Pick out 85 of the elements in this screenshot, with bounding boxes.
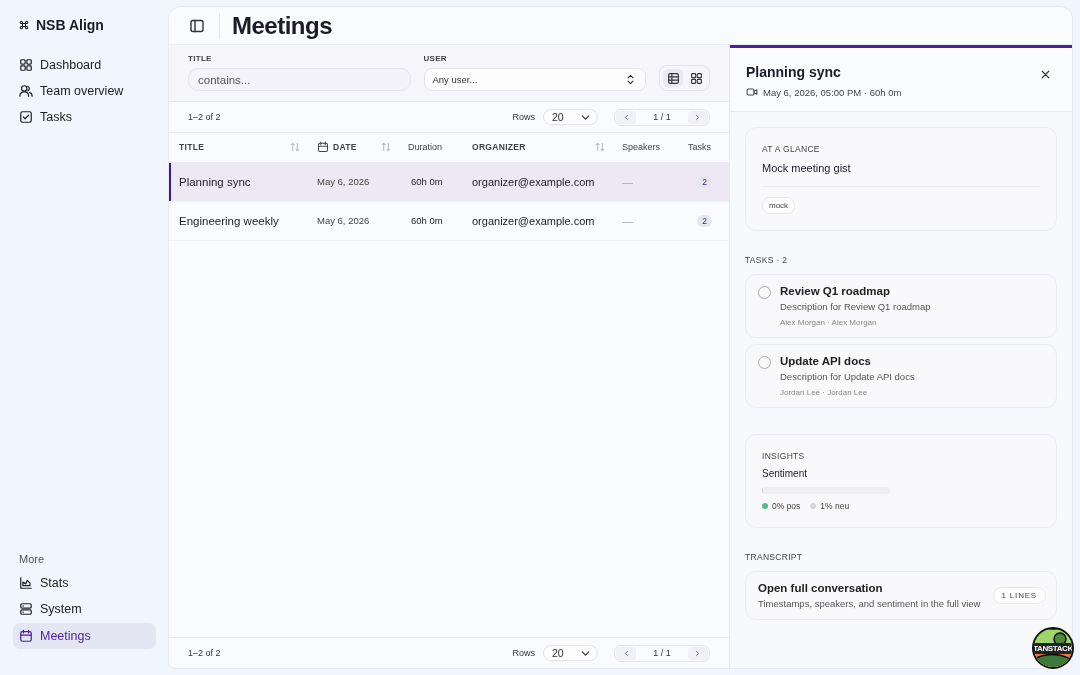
- sidebar-item[interactable]: Meetings: [13, 623, 156, 649]
- sort-icon: [289, 141, 301, 154]
- rows-label: Rows: [512, 112, 535, 122]
- task-count: 2: [697, 215, 712, 227]
- sidebar-item[interactable]: System: [13, 597, 156, 621]
- section-label: More: [18, 553, 46, 565]
- section-heading: TRANSCRIPT: [745, 552, 804, 562]
- dashboard-icon: [19, 58, 33, 72]
- rows-select[interactable]: 20: [543, 109, 598, 125]
- table-cell: Engineering weekly: [179, 214, 279, 227]
- table-cell: —: [622, 214, 633, 227]
- metric-label: Sentiment: [762, 468, 809, 479]
- table-icon: [666, 71, 680, 85]
- task-card[interactable]: Update API docs Description for Update API docs Jordan Lee · Jordan Lee: [745, 344, 1057, 408]
- detail-title: Planning sync: [746, 64, 842, 80]
- table-cell: —: [622, 175, 633, 188]
- legend-label: 1% neu: [820, 501, 850, 511]
- result-count: 1–2 of 2: [188, 648, 221, 658]
- task-assignees: Alex Morgan · Alex Morgan: [780, 318, 878, 327]
- field-label: TITLE: [188, 54, 213, 63]
- column-header[interactable]: Speakers: [622, 139, 661, 156]
- calendar-icon: [317, 141, 329, 154]
- sidebar-icon: [189, 17, 205, 34]
- task-description: Description for Review Q1 roadmap: [780, 301, 932, 312]
- task-assignees: Jordan Lee · Jordan Lee: [780, 388, 869, 397]
- page-title: Meetings: [232, 11, 332, 40]
- sort-icon: [594, 141, 606, 154]
- task-title: Review Q1 roadmap: [780, 285, 891, 297]
- close-icon: [1039, 68, 1052, 81]
- card-label: INSIGHTS: [762, 451, 806, 461]
- next-page-button[interactable]: [688, 646, 708, 660]
- column-header[interactable]: Duration: [408, 139, 443, 156]
- table-cell: 60h 0m: [411, 176, 443, 187]
- transcript-title: Open full conversation: [758, 582, 884, 594]
- table-cell: organizer@example.com: [472, 175, 595, 188]
- meeting-meta: May 6, 2026, 05:00 PM · 60h 0m: [763, 86, 902, 98]
- task-count: 2: [697, 176, 712, 188]
- chart-icon: [19, 576, 33, 590]
- column-header[interactable]: ORGANIZER: [472, 139, 606, 156]
- column-header[interactable]: DATE: [317, 139, 392, 156]
- field-label: USER: [423, 54, 448, 63]
- calendar-icon: [19, 629, 33, 643]
- card-label: AT A GLANCE: [762, 144, 821, 154]
- result-count: 1–2 of 2: [188, 112, 221, 122]
- transcript-subtitle: Timestamps, speakers, and sentiment in the full view: [758, 598, 982, 609]
- page-indicator: 1 / 1: [653, 112, 671, 122]
- video-icon: [746, 86, 758, 98]
- grid-icon: [689, 71, 703, 85]
- page-indicator: 1 / 1: [653, 648, 671, 658]
- line-count-badge: 1 LINES: [992, 587, 1046, 604]
- tag: mock: [762, 197, 796, 214]
- table-cell: May 6, 2026: [317, 215, 370, 226]
- table-cell: organizer@example.com: [472, 214, 595, 227]
- legend-label: 0% pos: [772, 501, 801, 511]
- search-field[interactable]: contains...: [188, 68, 411, 91]
- users-icon: [19, 84, 33, 98]
- rows-label: Rows: [512, 648, 535, 658]
- table-cell: 60h 0m: [411, 215, 443, 226]
- app-name: NSB Align: [36, 17, 104, 33]
- rows-select[interactable]: 20: [543, 645, 598, 661]
- sort-icon: [380, 141, 392, 154]
- section-heading: TASKS · 2: [745, 255, 789, 265]
- checkbox-icon: [19, 110, 33, 124]
- column-header[interactable]: TITLE: [179, 139, 301, 156]
- previous-page-button[interactable]: [616, 110, 636, 124]
- task-card[interactable]: Review Q1 roadmap Description for Review Q1 roadmap Alex Morgan · Alex Morgan: [745, 274, 1057, 338]
- task-title: Update API docs: [780, 355, 872, 367]
- sidebar-item[interactable]: Stats: [13, 571, 156, 595]
- view-mode-button[interactable]: [663, 69, 683, 87]
- table-row[interactable]: Engineering weekly May 6, 2026 60h 0m organizer@example.com — 2: [169, 201, 729, 240]
- sidebar-item[interactable]: Tasks: [13, 105, 156, 129]
- summary-text: Mock meeting gist: [762, 162, 852, 174]
- table-cell: Planning sync: [179, 175, 251, 188]
- next-page-button[interactable]: [688, 110, 708, 124]
- sidebar-item[interactable]: Dashboard: [13, 53, 156, 77]
- table-row[interactable]: Planning sync May 6, 2026 60h 0m organizer@example.com — 2: [169, 162, 729, 201]
- sidebar-item[interactable]: Team overview: [13, 79, 156, 103]
- column-header[interactable]: Tasks: [688, 139, 711, 156]
- previous-page-button[interactable]: [616, 646, 636, 660]
- transcript-link[interactable]: Open full conversation Timestamps, speakers, and sentiment in the full view 1 LINES: [745, 571, 1057, 620]
- command-icon: [18, 19, 30, 31]
- server-icon: [19, 602, 33, 616]
- table-cell: May 6, 2026: [317, 176, 370, 187]
- user-select[interactable]: Any user...: [423, 68, 646, 91]
- task-description: Description for Update API docs: [780, 371, 916, 382]
